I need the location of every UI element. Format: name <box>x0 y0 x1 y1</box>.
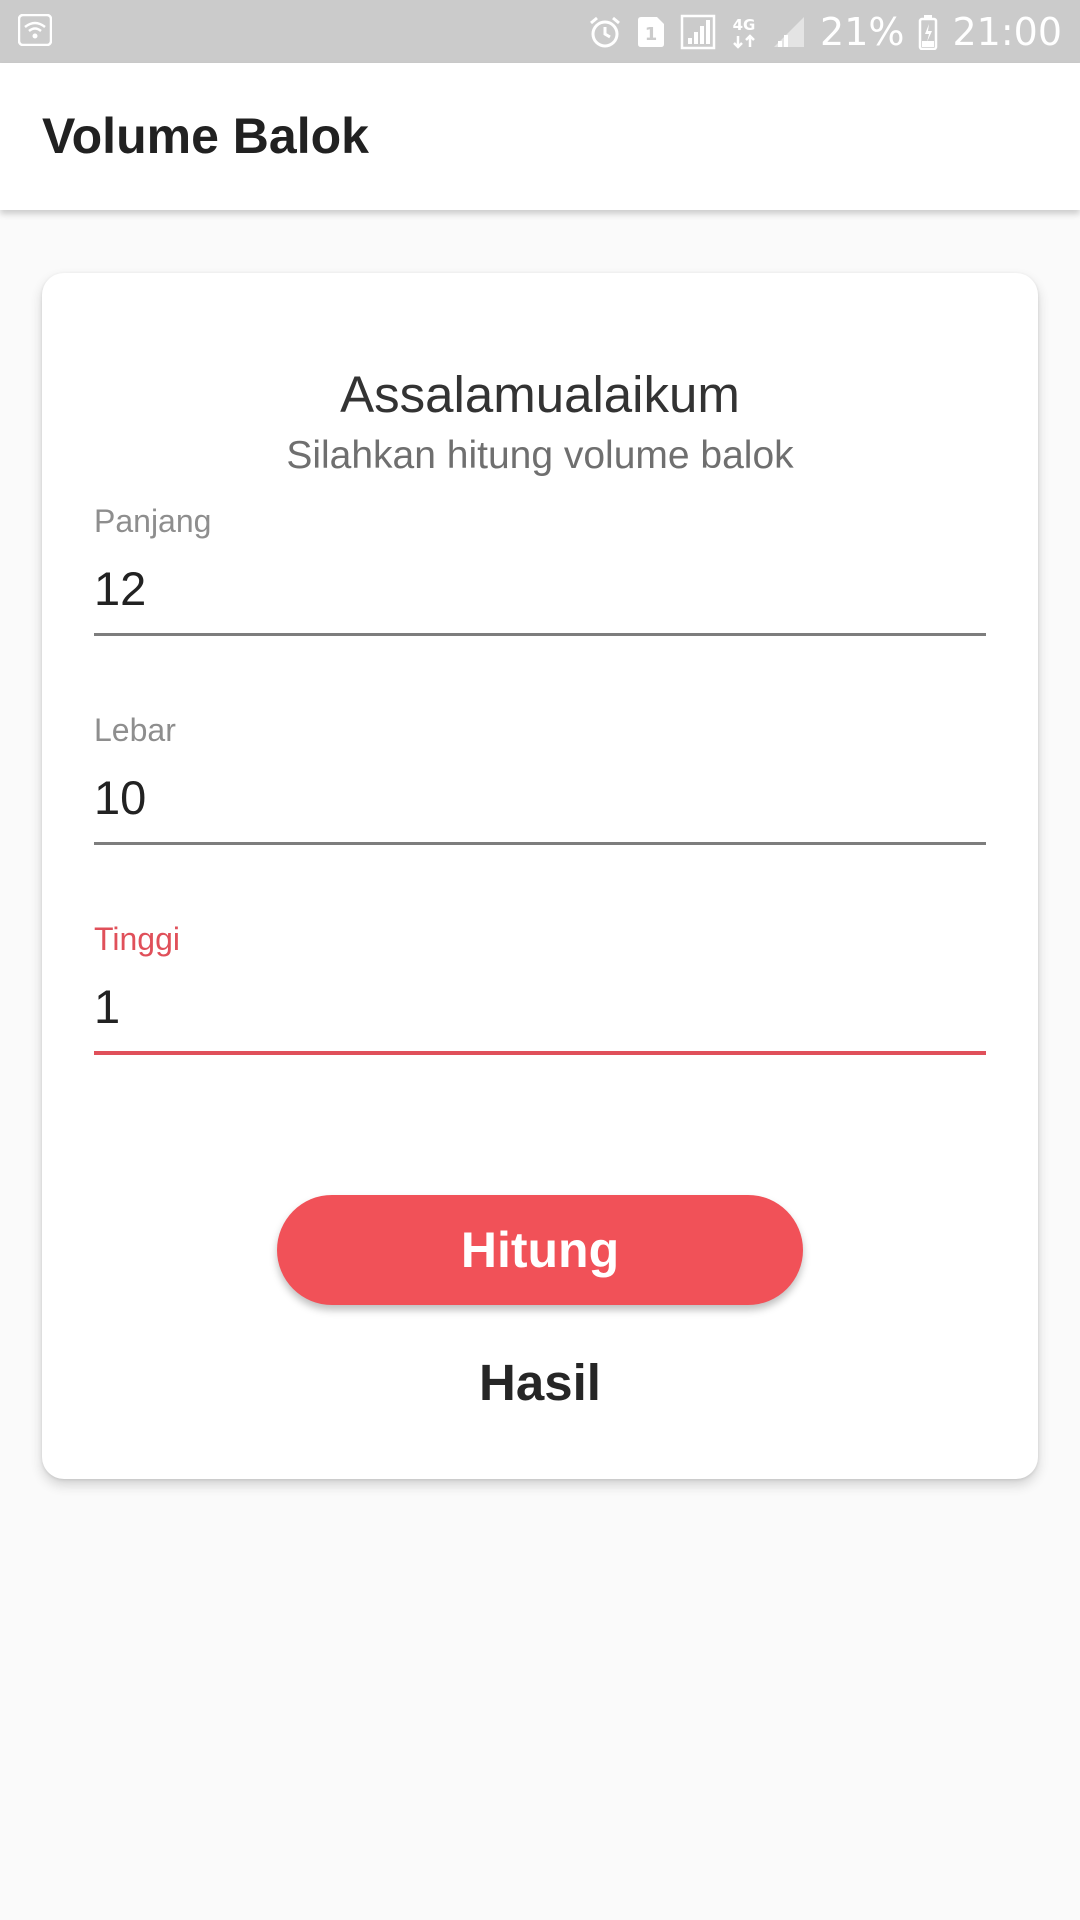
panjang-input[interactable] <box>94 553 986 623</box>
calculator-card: Assalamualaikum Silahkan hitung volume b… <box>42 273 1038 1479</box>
svg-text:4G: 4G <box>733 16 756 34</box>
lebar-underline <box>94 842 986 845</box>
signal-weak-icon <box>772 12 806 52</box>
result-text: Hasil <box>479 1354 601 1411</box>
panjang-underline <box>94 633 986 636</box>
hitung-button[interactable]: Hitung <box>277 1195 803 1305</box>
clock: 21:00 <box>952 9 1062 54</box>
greeting-text: Assalamualaikum <box>340 366 740 423</box>
tinggi-label: Tinggi <box>94 921 180 957</box>
app-title: Volume Balok <box>42 108 369 164</box>
status-icons: 1 4G 21% 21:00 <box>588 0 1062 63</box>
tinggi-underline <box>94 1051 986 1055</box>
panjang-label: Panjang <box>94 503 212 539</box>
status-bar: 1 4G 21% 21:00 <box>0 0 1080 63</box>
battery-percentage: 21% <box>820 9 905 54</box>
alarm-icon <box>588 12 622 52</box>
lebar-label: Lebar <box>94 712 176 748</box>
wifi-icon <box>17 13 53 47</box>
network-4g-icon: 4G <box>730 12 758 52</box>
app-bar: Volume Balok <box>0 63 1080 210</box>
tinggi-input[interactable] <box>94 971 986 1041</box>
svg-text:1: 1 <box>645 24 658 45</box>
lebar-input[interactable] <box>94 762 986 832</box>
sim-icon: 1 <box>636 12 666 52</box>
subtitle-text: Silahkan hitung volume balok <box>286 434 794 477</box>
battery-charging-icon <box>918 12 938 52</box>
signal-icon <box>680 12 716 52</box>
